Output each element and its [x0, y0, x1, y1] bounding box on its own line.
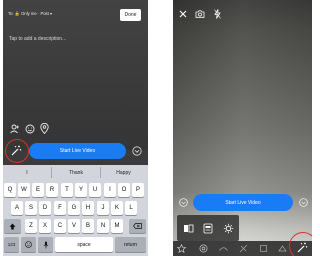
flash-icon[interactable]	[214, 9, 221, 19]
key-k[interactable]: K	[111, 201, 123, 215]
mask-icon[interactable]	[179, 219, 197, 237]
key-i[interactable]: I	[104, 183, 116, 197]
shift-icon	[9, 223, 16, 229]
chevron-left-icon[interactable]	[179, 198, 188, 207]
key-q[interactable]: Q	[4, 183, 16, 197]
numbers-key[interactable]: 123	[4, 237, 19, 252]
space-key[interactable]: space	[55, 237, 113, 252]
backspace-icon	[133, 223, 142, 229]
key-n[interactable]: N	[97, 219, 109, 233]
key-z[interactable]: Z	[25, 219, 37, 233]
key-p[interactable]: P	[132, 183, 144, 197]
key-s[interactable]: S	[25, 201, 37, 215]
backspace-key[interactable]	[129, 219, 146, 233]
key-a[interactable]: A	[11, 201, 23, 215]
key-w[interactable]: W	[18, 183, 30, 197]
description-input[interactable]: Tap to add a description...	[9, 37, 66, 42]
return-key[interactable]: return	[115, 237, 146, 252]
effect-2-icon[interactable]	[239, 244, 248, 253]
key-v[interactable]: V	[68, 219, 80, 233]
face-filter-icon[interactable]	[199, 219, 217, 237]
suggestion-2[interactable]: Thank	[51, 167, 101, 178]
effect-1-icon[interactable]	[219, 245, 228, 252]
key-l[interactable]: L	[125, 201, 137, 215]
mic-key[interactable]	[38, 237, 53, 252]
key-e[interactable]: E	[32, 183, 44, 197]
camera-icon[interactable]	[195, 10, 205, 18]
key-r[interactable]: R	[46, 183, 58, 197]
settings-icon[interactable]	[219, 219, 237, 237]
start-live-video-button[interactable]: Start Live Video	[193, 194, 293, 211]
compose-screen: To: 🔒 Only me · Post ▾ Done Tap to add a…	[3, 0, 148, 256]
start-live-video-button[interactable]: Start Live Video	[29, 143, 126, 159]
mic-icon	[43, 241, 48, 248]
done-button[interactable]: Done	[120, 9, 141, 21]
location-icon[interactable]	[40, 123, 49, 134]
shift-key[interactable]	[4, 219, 21, 233]
key-d[interactable]: D	[39, 201, 51, 215]
keyboard: I Thank Happy Q W E R T Y U I O P A S D …	[3, 165, 148, 256]
key-c[interactable]: C	[54, 219, 66, 233]
star-icon[interactable]	[177, 244, 186, 253]
key-x[interactable]: X	[39, 219, 51, 233]
live-camera-screen: Start Live Video	[173, 0, 312, 256]
key-j[interactable]: J	[97, 201, 109, 215]
key-f[interactable]: F	[54, 201, 66, 215]
magic-wand-icon[interactable]	[11, 145, 22, 156]
key-u[interactable]: U	[89, 183, 101, 197]
key-g[interactable]: G	[68, 201, 80, 215]
chevron-right-icon[interactable]	[299, 198, 308, 207]
emoji-key[interactable]	[21, 237, 36, 252]
key-y[interactable]: Y	[75, 183, 87, 197]
emoji-key-icon	[25, 241, 32, 248]
key-m[interactable]: M	[111, 219, 123, 233]
key-b[interactable]: B	[82, 219, 94, 233]
suggestion-1[interactable]: I	[3, 167, 51, 178]
key-o[interactable]: O	[118, 183, 130, 197]
key-t[interactable]: T	[61, 183, 73, 197]
effects-icon[interactable]	[199, 244, 208, 253]
key-h[interactable]: H	[82, 201, 94, 215]
chevron-down-icon[interactable]	[132, 146, 142, 156]
effect-3-icon[interactable]	[259, 244, 268, 253]
suggestion-3[interactable]: Happy	[99, 167, 148, 178]
tag-people-icon[interactable]	[10, 124, 20, 134]
tools-tray	[177, 215, 239, 241]
magic-wand-icon[interactable]	[297, 242, 308, 253]
privacy-selector[interactable]: To: 🔒 Only me · Post ▾	[8, 11, 52, 16]
effect-4-icon[interactable]	[278, 244, 287, 253]
emoji-icon[interactable]	[25, 124, 35, 134]
close-icon[interactable]	[179, 10, 187, 18]
